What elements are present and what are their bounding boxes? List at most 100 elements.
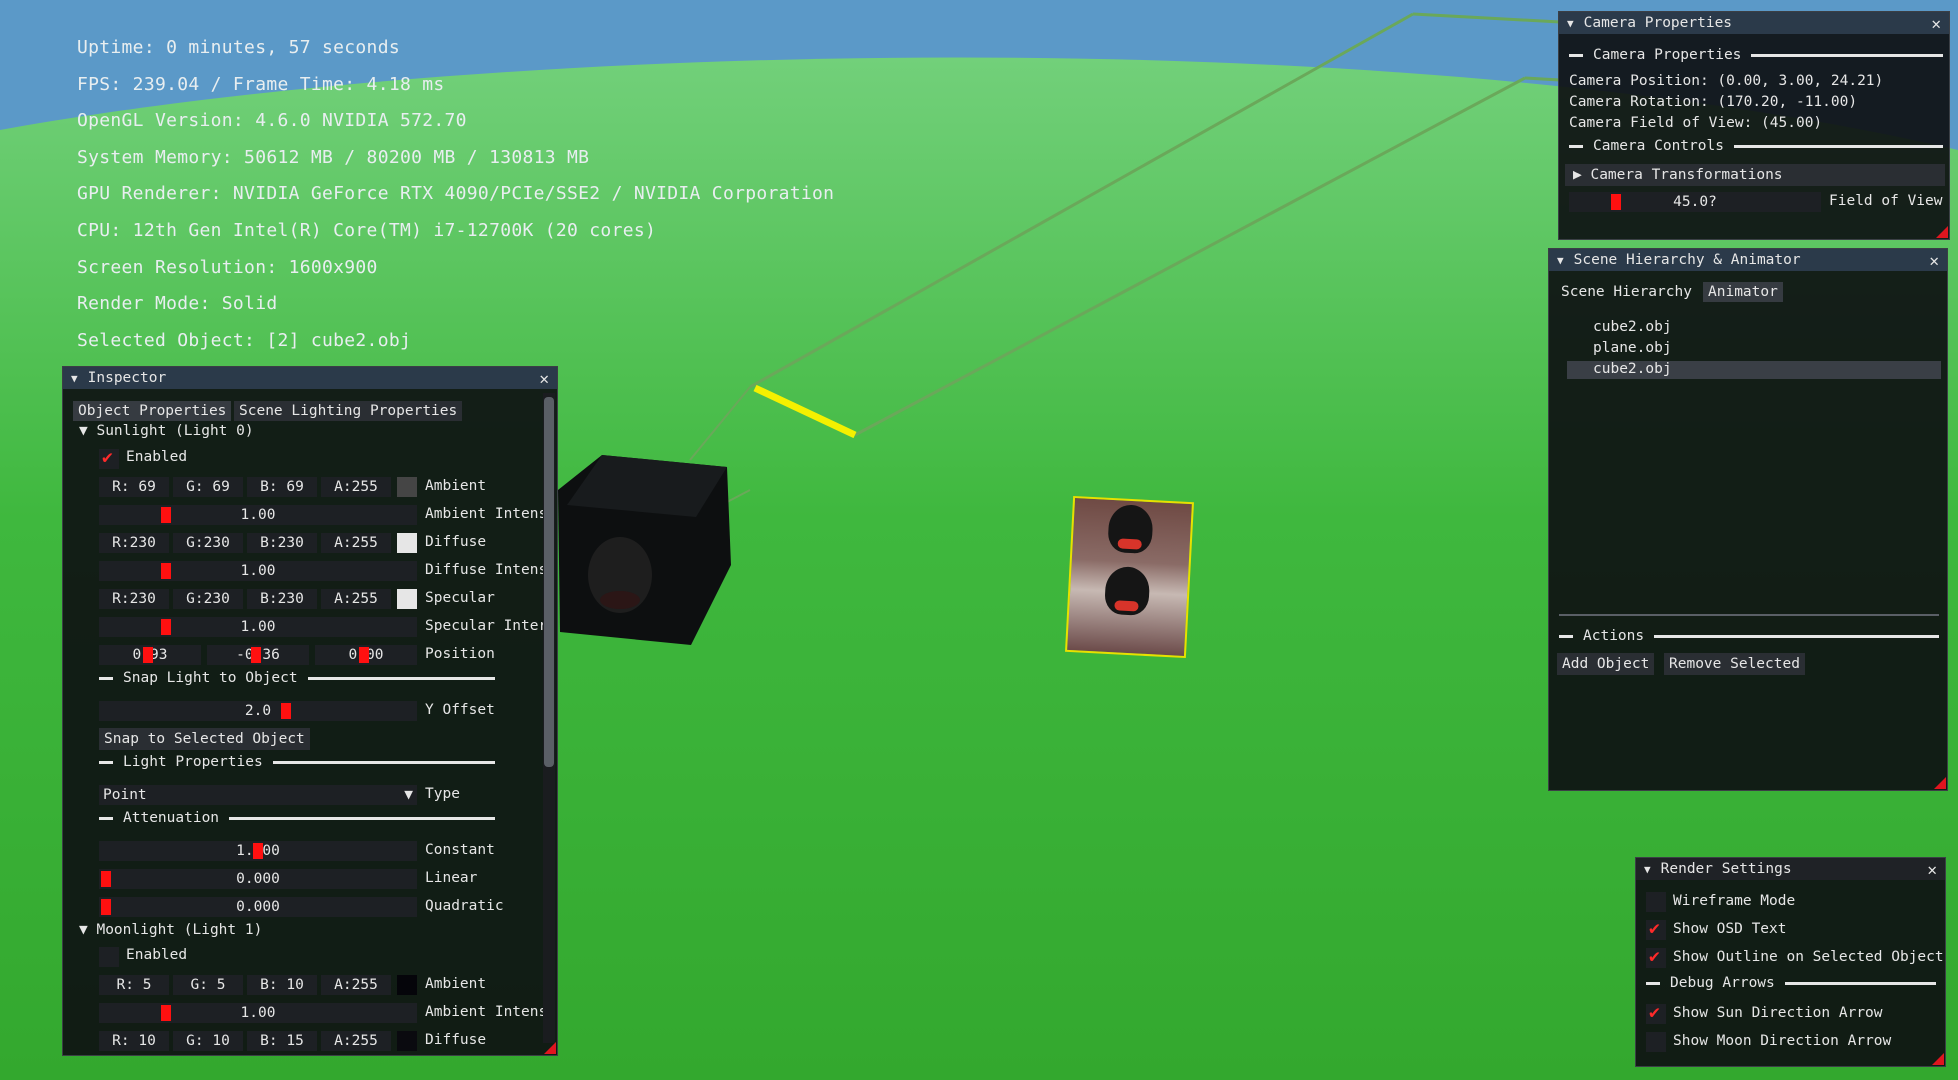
camera-position: Camera Position: (0.00, 3.00, 24.21): [1569, 73, 1884, 89]
osd-render-mode: Render Mode: Solid: [77, 293, 278, 315]
camera-title: Camera Properties: [1583, 15, 1733, 31]
slider-grab[interactable]: [253, 843, 263, 859]
moon-diffuse-a[interactable]: A:255: [321, 1031, 391, 1051]
sun-ambient-b[interactable]: B: 69: [247, 477, 317, 497]
camera-fov: Camera Field of View: (45.00): [1569, 115, 1823, 131]
slider-grab[interactable]: [1611, 194, 1621, 210]
sun-ambient-intensity-slider[interactable]: 1.00: [99, 505, 417, 525]
light-type-label: Type: [425, 786, 460, 802]
tab-object-properties[interactable]: Object Properties: [73, 401, 232, 421]
inspector-scrollbar[interactable]: [543, 393, 555, 1043]
sun-position-y[interactable]: -0.36: [207, 645, 309, 665]
camera-transformations-header[interactable]: ▶ Camera Transformations: [1565, 164, 1945, 186]
resize-grip-icon[interactable]: [1932, 1053, 1944, 1065]
sun-diffuse-b[interactable]: B:230: [247, 533, 317, 553]
camera-rotation: Camera Rotation: (170.20, -11.00): [1569, 94, 1858, 110]
fov-slider[interactable]: 45.0?: [1569, 192, 1821, 212]
slider-grab[interactable]: [161, 507, 171, 523]
slider-grab[interactable]: [161, 1005, 171, 1021]
sun-ambient-g[interactable]: G: 69: [173, 477, 243, 497]
attenuation-linear-slider[interactable]: 0.000: [99, 869, 417, 889]
sun-specular-g[interactable]: G:230: [173, 589, 243, 609]
moon-diffuse-r[interactable]: R: 10: [99, 1031, 169, 1051]
render-titlebar[interactable]: ▼ Render Settings ✕: [1636, 858, 1945, 880]
inspector-titlebar[interactable]: ▼ Inspector ✕: [63, 367, 557, 389]
sun-ambient-swatch[interactable]: [397, 477, 417, 497]
sun-specular-a[interactable]: A:255: [321, 589, 391, 609]
moon-diffuse-b[interactable]: B: 15: [247, 1031, 317, 1051]
moon-ambient-g[interactable]: G: 5: [173, 975, 243, 995]
sun-specular-intensity-slider[interactable]: 1.00: [99, 617, 417, 637]
slider-grab[interactable]: [281, 703, 291, 719]
sun-ambient-a[interactable]: A:255: [321, 477, 391, 497]
sun-arrow-checkbox[interactable]: ✔: [1646, 1002, 1666, 1024]
slider-grab[interactable]: [251, 647, 261, 663]
moon-ambient-intensity-slider[interactable]: 1.00: [99, 1003, 417, 1023]
slider-grab[interactable]: [101, 871, 111, 887]
slider-grab[interactable]: [359, 647, 369, 663]
scene-titlebar[interactable]: ▼ Scene Hierarchy & Animator ✕: [1549, 249, 1947, 271]
render-settings-window[interactable]: ▼ Render Settings ✕ Wireframe Mode ✔ Sho…: [1635, 857, 1946, 1067]
tab-animator[interactable]: Animator: [1703, 282, 1783, 302]
resize-grip-icon[interactable]: [1936, 226, 1948, 238]
resize-grip-icon[interactable]: [1934, 777, 1946, 789]
snap-to-selected-button[interactable]: Snap to Selected Object: [99, 728, 310, 750]
attenuation-quadratic-slider[interactable]: 0.000: [99, 897, 417, 917]
camera-titlebar[interactable]: ▼ Camera Properties ✕: [1559, 12, 1949, 34]
sun-position-x[interactable]: 0.93: [99, 645, 201, 665]
list-item[interactable]: plane.obj: [1593, 340, 1672, 356]
slider-grab[interactable]: [161, 619, 171, 635]
sun-diffuse-r[interactable]: R:230: [99, 533, 169, 553]
snap-light-separator: Snap Light to Object: [99, 670, 495, 686]
scene-hierarchy-window[interactable]: ▼ Scene Hierarchy & Animator ✕ Scene Hie…: [1548, 248, 1948, 791]
list-item[interactable]: cube2.obj: [1593, 361, 1672, 377]
sun-specular-r[interactable]: R:230: [99, 589, 169, 609]
slider-grab[interactable]: [161, 563, 171, 579]
sun-specular-b[interactable]: B:230: [247, 589, 317, 609]
sun-diffuse-g[interactable]: G:230: [173, 533, 243, 553]
moon-enabled-checkbox[interactable]: [99, 947, 119, 967]
slider-grab[interactable]: [101, 899, 111, 915]
resize-grip-icon[interactable]: [544, 1042, 556, 1054]
add-object-button[interactable]: Add Object: [1557, 653, 1655, 675]
list-item[interactable]: cube2.obj: [1593, 319, 1672, 335]
sun-diffuse-a[interactable]: A:255: [321, 533, 391, 553]
tab-scene-lighting[interactable]: Scene Lighting Properties: [234, 401, 463, 421]
moon-ambient-swatch[interactable]: [397, 975, 417, 995]
inspector-window[interactable]: ▼ Inspector ✕ Object Properties Scene Li…: [62, 366, 558, 1056]
sun-diffuse-swatch[interactable]: [397, 533, 417, 553]
sun-ambient-r[interactable]: R: 69: [99, 477, 169, 497]
moon-ambient-b[interactable]: B: 10: [247, 975, 317, 995]
light-type-select[interactable]: Point ▼: [99, 785, 417, 805]
tab-scene-hierarchy[interactable]: Scene Hierarchy: [1556, 282, 1697, 302]
moonlight-header[interactable]: ▼ Moonlight (Light 1): [79, 922, 262, 938]
attenuation-constant-slider[interactable]: 1.000: [99, 841, 417, 861]
moon-diffuse-g[interactable]: G: 10: [173, 1031, 243, 1051]
collapse-arrow-icon[interactable]: ▼: [1567, 17, 1574, 30]
moon-ambient-intensity-label: Ambient Intens: [425, 1004, 548, 1020]
sun-specular-swatch[interactable]: [397, 589, 417, 609]
moon-arrow-checkbox[interactable]: [1646, 1032, 1666, 1052]
show-osd-checkbox[interactable]: ✔: [1646, 918, 1666, 940]
close-icon[interactable]: ✕: [1931, 14, 1941, 33]
sun-enabled-checkbox[interactable]: ✔: [99, 447, 119, 469]
wireframe-checkbox[interactable]: [1646, 892, 1666, 912]
sunlight-header[interactable]: ▼ Sunlight (Light 0): [79, 423, 254, 439]
moon-ambient-r[interactable]: R: 5: [99, 975, 169, 995]
sun-position-z[interactable]: 0.00: [315, 645, 417, 665]
slider-grab[interactable]: [143, 647, 153, 663]
y-offset-slider[interactable]: 2.0: [99, 701, 417, 721]
collapse-arrow-icon[interactable]: ▼: [71, 372, 78, 385]
collapse-arrow-icon[interactable]: ▼: [1644, 863, 1651, 876]
close-icon[interactable]: ✕: [1929, 251, 1939, 270]
close-icon[interactable]: ✕: [1927, 860, 1937, 879]
scrollbar-thumb[interactable]: [544, 397, 554, 767]
remove-selected-button[interactable]: Remove Selected: [1664, 653, 1805, 675]
moon-ambient-a[interactable]: A:255: [321, 975, 391, 995]
camera-window[interactable]: ▼ Camera Properties ✕ Camera Properties …: [1558, 11, 1950, 240]
collapse-arrow-icon[interactable]: ▼: [1557, 254, 1564, 267]
moon-diffuse-swatch[interactable]: [397, 1031, 417, 1051]
show-outline-checkbox[interactable]: ✔: [1646, 946, 1666, 968]
close-icon[interactable]: ✕: [539, 369, 549, 388]
sun-diffuse-intensity-slider[interactable]: 1.00: [99, 561, 417, 581]
